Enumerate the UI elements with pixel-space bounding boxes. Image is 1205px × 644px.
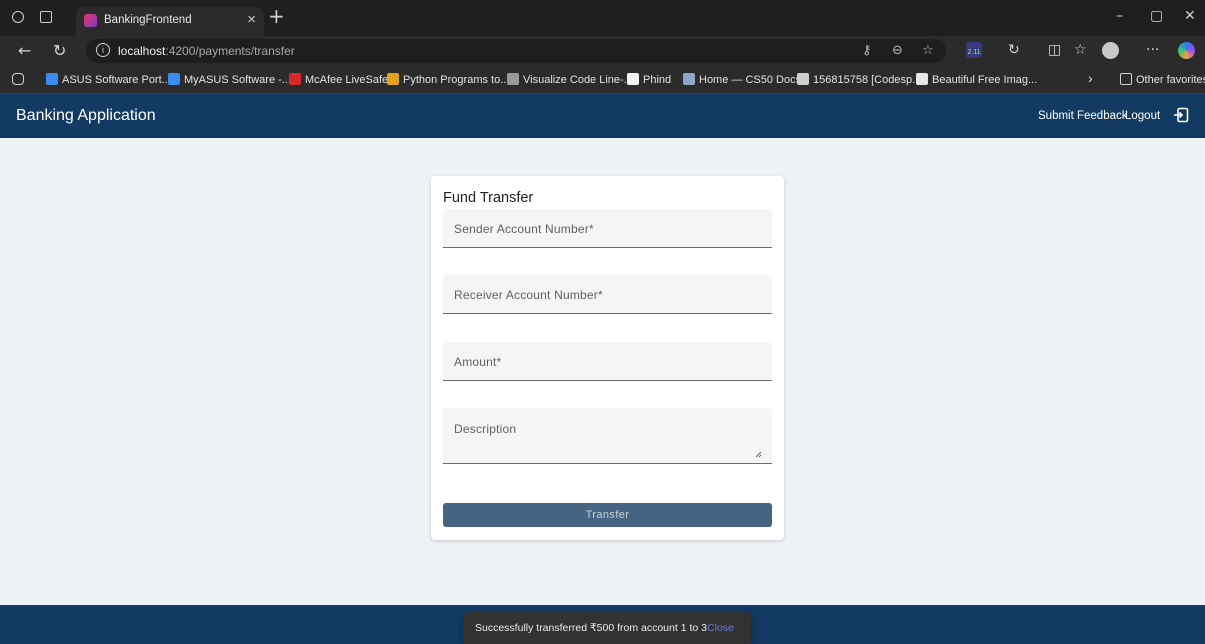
url-bar[interactable]: i localhost:4200/payments/transfer ⚷ ⊖ ☆ bbox=[86, 39, 946, 63]
resize-handle-icon[interactable] bbox=[754, 450, 762, 458]
password-key-icon[interactable]: ⚷ bbox=[862, 43, 872, 58]
bookmarks-bar: ASUS Software Port... MyASUS Software -.… bbox=[0, 66, 1205, 94]
refresh-extension-icon[interactable]: ↻ bbox=[1008, 42, 1020, 58]
back-icon[interactable]: ← bbox=[18, 41, 31, 60]
amount-label: Amount* bbox=[454, 355, 502, 369]
tab-actions-icon[interactable] bbox=[40, 11, 52, 23]
receiver-account-field[interactable]: Receiver Account Number* bbox=[443, 275, 772, 314]
profile-avatar[interactable] bbox=[1102, 42, 1119, 59]
success-snackbar: Successfully transferred ₹500 from accou… bbox=[463, 612, 751, 644]
restore-icon[interactable]: ▢ bbox=[1150, 8, 1163, 24]
description-field[interactable]: Description bbox=[443, 408, 772, 464]
close-window-icon[interactable]: ✕ bbox=[1184, 8, 1196, 24]
folder-icon bbox=[1120, 73, 1132, 85]
cs50-icon bbox=[683, 73, 695, 85]
unsplash-icon bbox=[916, 73, 928, 85]
bookmark-item[interactable]: 156815758 [Codesp... bbox=[797, 73, 921, 86]
form-title: Fund Transfer bbox=[443, 190, 534, 206]
zoom-icon[interactable]: ⊖ bbox=[892, 43, 903, 58]
favorite-star-icon[interactable]: ☆ bbox=[922, 43, 934, 58]
submit-feedback-link[interactable]: Submit Feedback bbox=[1038, 110, 1128, 122]
favorites-icon[interactable]: ☆ bbox=[1074, 42, 1087, 58]
snackbar-message: Successfully transferred ₹500 from accou… bbox=[475, 622, 707, 634]
mcafee-icon bbox=[289, 73, 301, 85]
bookmarks-menu-icon[interactable] bbox=[12, 73, 28, 86]
browser-tab[interactable]: BankingFrontend × bbox=[76, 7, 264, 36]
address-toolbar: ← ↻ i localhost:4200/payments/transfer ⚷… bbox=[0, 36, 1205, 66]
site-info-icon[interactable]: i bbox=[96, 43, 110, 57]
tab-title: BankingFrontend bbox=[104, 14, 192, 26]
url-text[interactable]: localhost:4200/payments/transfer bbox=[118, 44, 295, 58]
more-menu-icon[interactable]: ··· bbox=[1146, 42, 1159, 58]
copilot-icon[interactable] bbox=[1178, 42, 1195, 59]
sender-account-field[interactable]: Sender Account Number* bbox=[443, 209, 772, 248]
tab-close-icon[interactable]: × bbox=[247, 11, 256, 28]
snackbar-close-button[interactable]: Close bbox=[707, 622, 734, 634]
logout-icon[interactable] bbox=[1173, 107, 1189, 123]
new-tab-icon[interactable]: + bbox=[268, 4, 285, 28]
bookmark-item[interactable]: McAfee LiveSafe bbox=[289, 73, 388, 86]
browser-titlebar: BankingFrontend × + – ▢ ✕ bbox=[0, 0, 1205, 36]
bookmark-item[interactable]: Beautiful Free Imag... bbox=[916, 73, 1037, 86]
visualize-icon bbox=[507, 73, 519, 85]
app-title: Banking Application bbox=[16, 107, 156, 124]
other-favorites[interactable]: Other favorites bbox=[1120, 73, 1205, 86]
phind-icon bbox=[627, 73, 639, 85]
bookmark-item[interactable]: ASUS Software Port... bbox=[46, 73, 171, 86]
refresh-icon[interactable]: ↻ bbox=[53, 41, 66, 60]
github-icon bbox=[797, 73, 809, 85]
amount-field[interactable]: Amount* bbox=[443, 342, 772, 381]
logout-link[interactable]: Logout bbox=[1125, 110, 1160, 122]
app-header: Banking Application Submit Feedback Logo… bbox=[0, 94, 1205, 138]
extension-icon[interactable]: 2.11 bbox=[966, 42, 982, 58]
receiver-account-label: Receiver Account Number* bbox=[454, 288, 603, 302]
python-icon bbox=[387, 73, 399, 85]
angular-favicon-icon bbox=[84, 14, 97, 27]
asus-icon bbox=[46, 73, 58, 85]
workspaces-icon[interactable] bbox=[12, 11, 24, 23]
sender-account-label: Sender Account Number* bbox=[454, 222, 594, 236]
split-screen-icon[interactable]: ◫ bbox=[1048, 42, 1061, 58]
minimize-icon[interactable]: – bbox=[1116, 8, 1123, 24]
asus-icon bbox=[168, 73, 180, 85]
fund-transfer-card: Fund Transfer Sender Account Number* Rec… bbox=[431, 176, 784, 540]
bookmark-item[interactable]: MyASUS Software -... bbox=[168, 73, 291, 86]
bookmark-item[interactable]: Python Programs to... bbox=[387, 73, 509, 86]
bookmark-item[interactable]: Visualize Code Line-... bbox=[507, 73, 633, 86]
transfer-button[interactable]: Transfer bbox=[443, 503, 772, 527]
description-label: Description bbox=[454, 422, 517, 436]
bookmark-item[interactable]: Home — CS50 Docs bbox=[683, 73, 801, 86]
bookmark-item[interactable]: Phind bbox=[627, 73, 671, 86]
more-bookmarks-icon[interactable]: › bbox=[1088, 70, 1093, 86]
